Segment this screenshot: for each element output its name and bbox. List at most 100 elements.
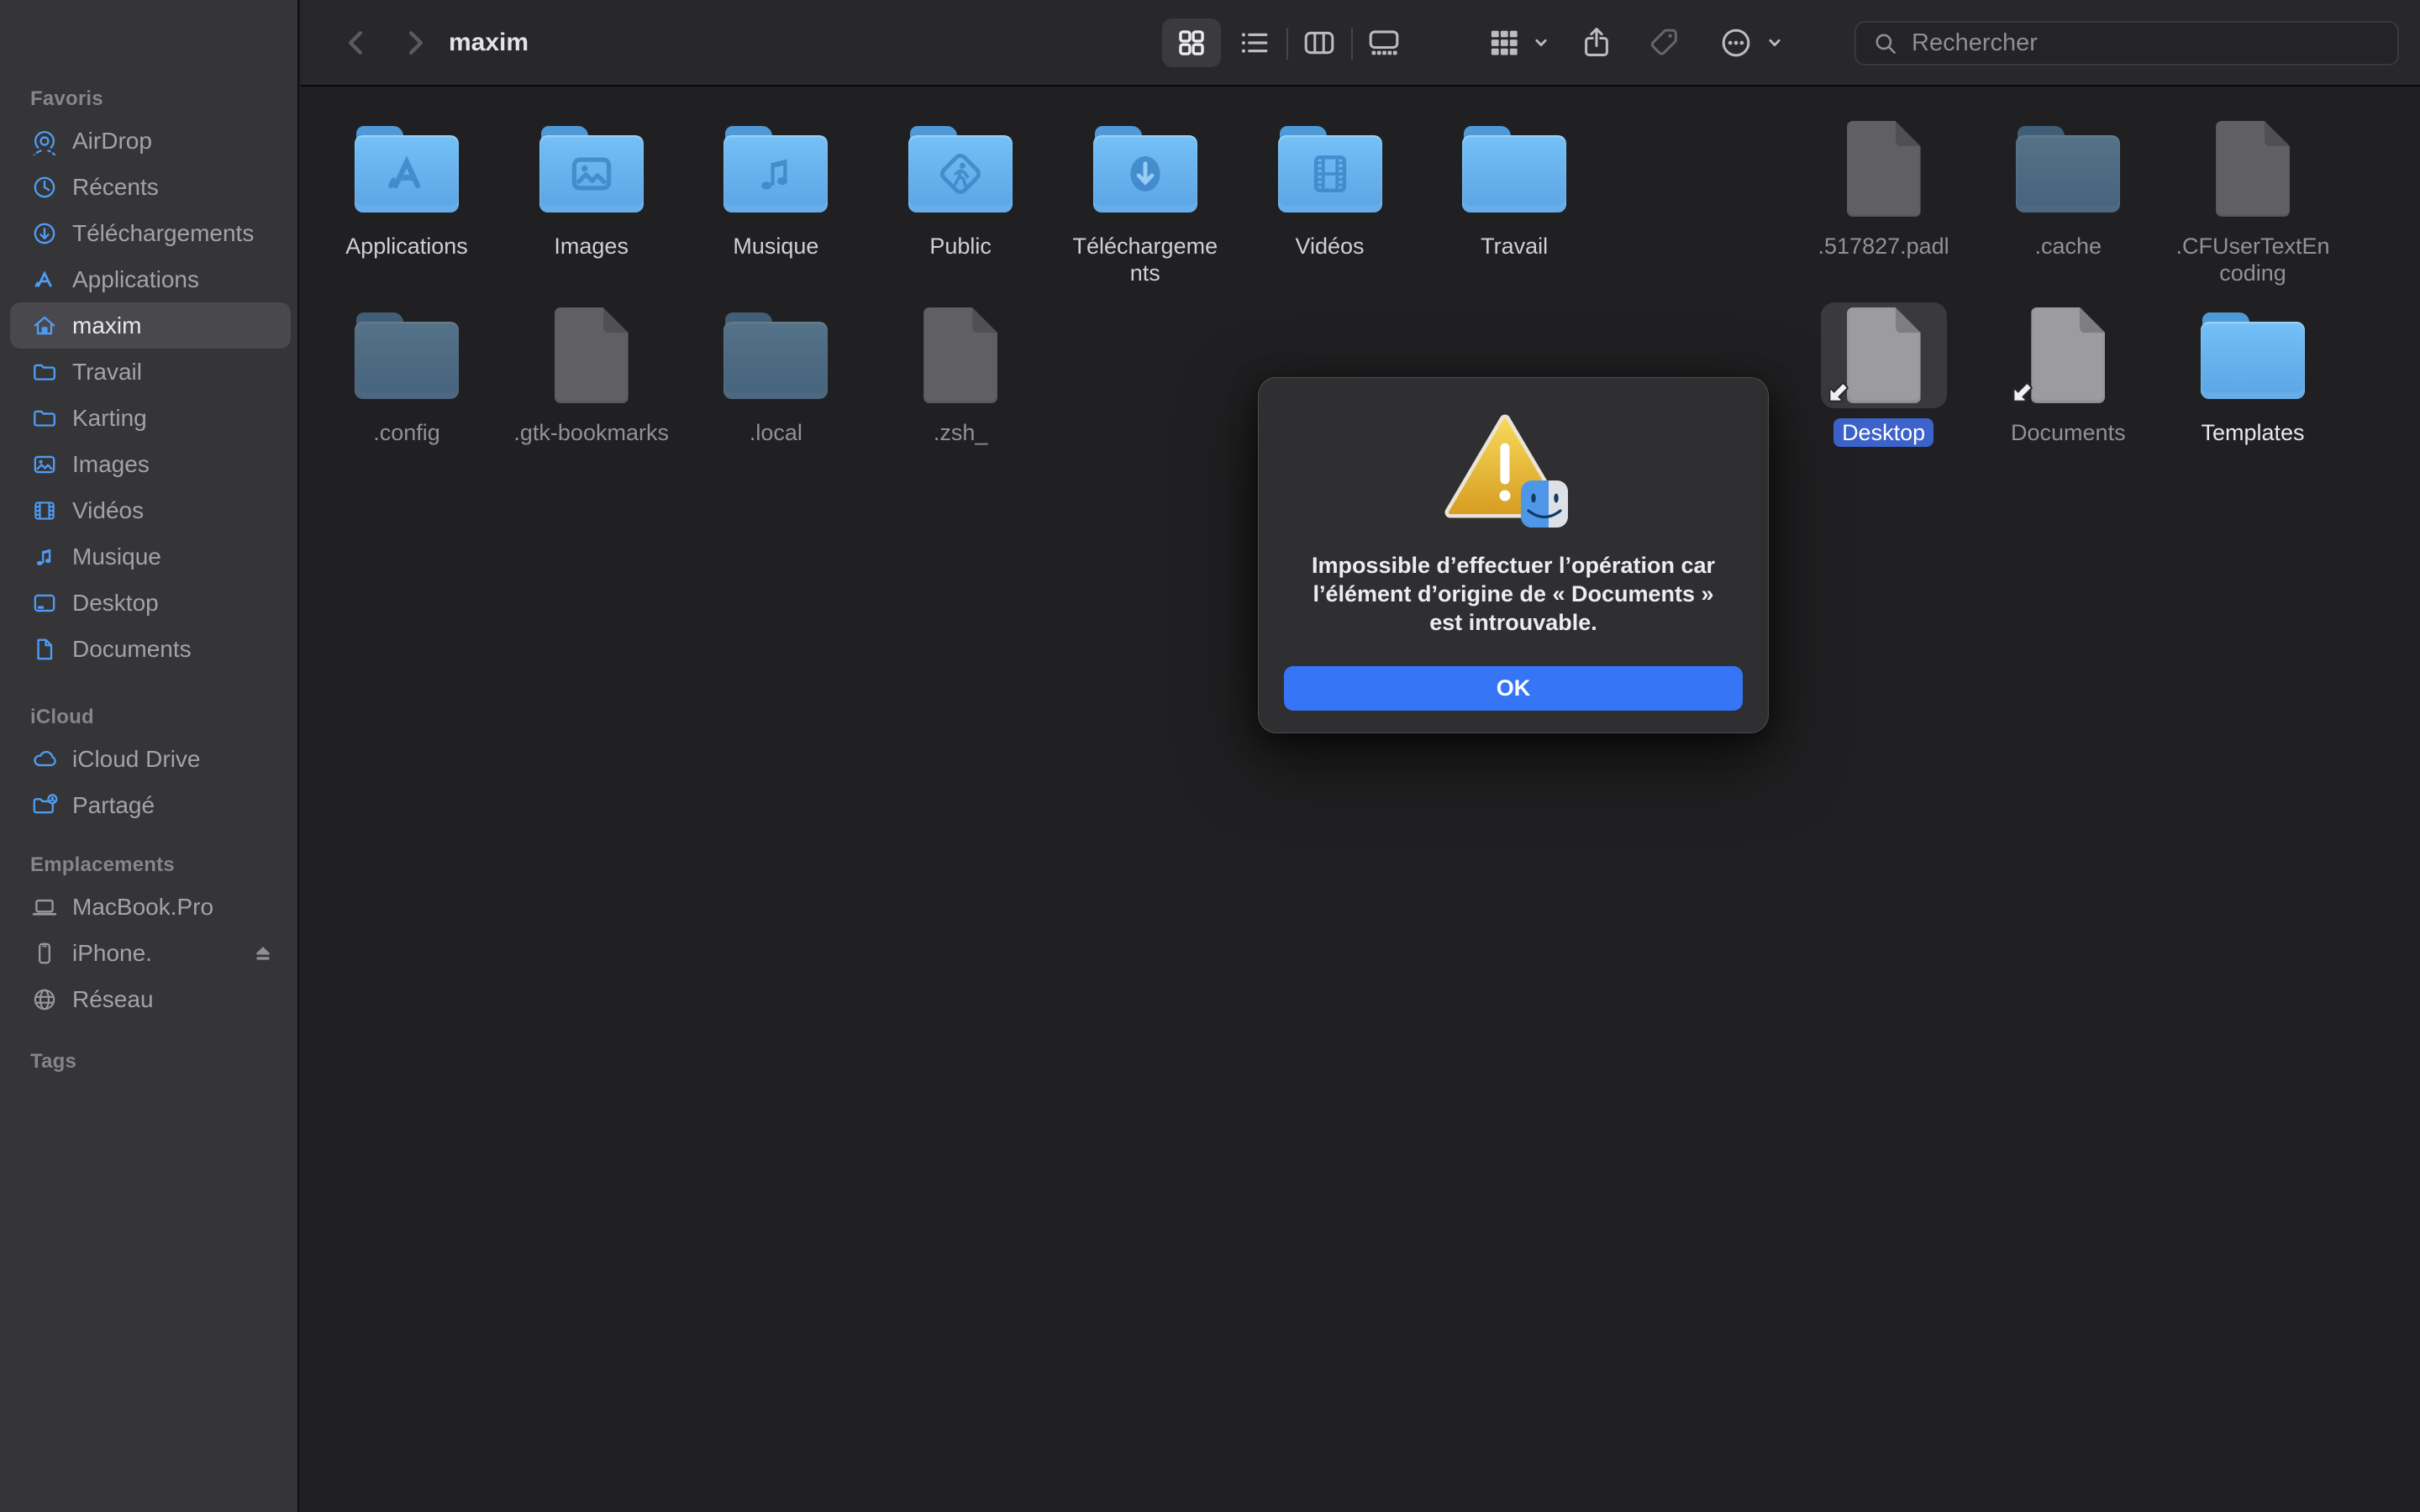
file-icon-slot (1267, 116, 1393, 222)
sidebar-item-label: Karting (72, 405, 147, 432)
film-icon (29, 495, 60, 527)
sidebar-item-documents[interactable]: Documents (10, 626, 291, 672)
file-label: Desktop (1796, 418, 1972, 447)
desktop-icon (29, 587, 60, 619)
sidebar-item-r-cents[interactable]: Récents (10, 164, 291, 210)
sidebar-item-icloud-drive[interactable]: iCloud Drive (10, 736, 291, 782)
film-emblem-icon (1305, 149, 1355, 199)
sidebar-item-partag[interactable]: Partagé (10, 782, 291, 828)
file-icon-slot (2005, 302, 2131, 408)
file-label: Applications (318, 232, 495, 260)
view-as-gallery-button[interactable] (1355, 0, 1413, 85)
ok-button[interactable]: OK (1284, 666, 1743, 711)
app-emblem-icon (381, 149, 432, 199)
sidebar-item-iphone[interactable]: iPhone. (10, 930, 291, 976)
more-actions-button[interactable] (1711, 0, 1761, 85)
laptop-icon (29, 891, 60, 923)
folder-icon (1278, 126, 1382, 213)
share-button[interactable] (1571, 0, 1622, 85)
document-icon (555, 307, 629, 403)
music-icon (29, 541, 60, 573)
alias-arrow-icon (1824, 378, 1853, 407)
view-as-columns-button[interactable] (1290, 0, 1349, 85)
sidebar-item-label: iPhone. (72, 940, 152, 967)
file-icon-slot (897, 302, 1023, 408)
sidebar-item-desktop[interactable]: Desktop (10, 580, 291, 626)
folder-icon (1462, 126, 1566, 213)
group-by-chevron[interactable] (1526, 0, 1556, 85)
folder-icon (1093, 126, 1197, 213)
file-icon-slot (713, 302, 839, 408)
search-input[interactable]: Rechercher (1854, 21, 2399, 66)
ellipsis-circle-icon (1718, 24, 1754, 61)
file-label: Téléchargements (1057, 232, 1234, 287)
sidebar-item-vid-os[interactable]: Vidéos (10, 487, 291, 533)
document-icon (2031, 307, 2105, 403)
file-item-gtk-bookmarks[interactable]: .gtk-bookmarks (503, 302, 680, 447)
grid-view-icon (1173, 24, 1210, 61)
document-icon (2216, 121, 2290, 217)
file-item-public[interactable]: Public (872, 116, 1049, 260)
folder-icon (29, 356, 60, 388)
sidebar-item-musique[interactable]: Musique (10, 533, 291, 580)
sidebar-item-maxim[interactable]: maxim (10, 302, 291, 349)
view-as-list-button[interactable] (1225, 0, 1284, 85)
sidebar-section-title: Tags (10, 1043, 291, 1080)
sidebar-item-label: iCloud Drive (72, 746, 201, 773)
sidebar-section-title: Favoris (10, 81, 291, 118)
airdrop-icon (29, 125, 60, 157)
cloud-icon (29, 743, 60, 775)
sidebar-section-title: Emplacements (10, 847, 291, 884)
chevron-down-icon (1528, 30, 1554, 55)
file-item-517827-padl[interactable]: .517827.padl (1796, 116, 1972, 260)
forward-button[interactable] (390, 0, 440, 85)
file-item-templates[interactable]: Templates (2165, 302, 2341, 447)
file-item-travail[interactable]: Travail (1426, 116, 1602, 260)
more-actions-chevron[interactable] (1760, 0, 1790, 85)
sidebar-item-macbook-pro[interactable]: MacBook.Pro (10, 884, 291, 930)
file-label: .config (318, 418, 495, 447)
sidebar-item-label: Téléchargements (72, 220, 254, 247)
tags-button[interactable] (1639, 0, 1689, 85)
back-button[interactable] (331, 0, 381, 85)
file-item-t-l-chargements[interactable]: Téléchargements (1057, 116, 1234, 287)
file-item-applications[interactable]: Applications (318, 116, 495, 260)
file-item-cfusertextencoding[interactable]: .CFUserTextEncoding (2165, 116, 2341, 287)
file-icon-slot (1821, 302, 1947, 408)
file-item-cache[interactable]: .cache (1980, 116, 2156, 260)
sidebar-item-label: Réseau (72, 986, 154, 1013)
view-as-icons-button[interactable] (1162, 18, 1221, 67)
sidebar-item-travail[interactable]: Travail (10, 349, 291, 395)
file-item-images[interactable]: Images (503, 116, 680, 260)
eject-icon[interactable] (249, 939, 277, 968)
file-item-vid-os[interactable]: Vidéos (1242, 116, 1418, 260)
group-by-button[interactable] (1479, 0, 1529, 85)
tag-icon (1645, 24, 1682, 61)
file-label: Musique (687, 232, 864, 260)
sidebar-item-karting[interactable]: Karting (10, 395, 291, 441)
search-icon (1871, 29, 1900, 58)
file-label: .zsh_ (872, 418, 1049, 447)
folder-icon (355, 312, 459, 399)
file-icon-slot (1451, 116, 1577, 222)
file-item-zsh[interactable]: .zsh_ (872, 302, 1049, 447)
sidebar-item-label: Musique (72, 543, 161, 570)
file-item-desktop[interactable]: Desktop (1796, 302, 1972, 447)
file-label: Travail (1426, 232, 1602, 260)
file-item-documents[interactable]: Documents (1980, 302, 2156, 447)
sidebar-item-label: Vidéos (72, 497, 144, 524)
document-icon (1847, 121, 1921, 217)
sidebar-item-r-seau[interactable]: Réseau (10, 976, 291, 1022)
file-item-config[interactable]: .config (318, 302, 495, 447)
file-item-musique[interactable]: Musique (687, 116, 864, 260)
sidebar-item-t-l-chargements[interactable]: Téléchargements (10, 210, 291, 256)
file-icon-slot (529, 302, 655, 408)
file-label: .CFUserTextEncoding (2165, 232, 2341, 287)
sidebar-item-applications[interactable]: Applications (10, 256, 291, 302)
sidebar-item-airdrop[interactable]: AirDrop (10, 118, 291, 164)
file-item-local[interactable]: .local (687, 302, 864, 447)
sidebar-item-images[interactable]: Images (10, 441, 291, 487)
search-placeholder: Rechercher (1912, 29, 2038, 57)
image-emblem-icon (566, 149, 617, 199)
alias-arrow-icon (2008, 378, 2037, 407)
